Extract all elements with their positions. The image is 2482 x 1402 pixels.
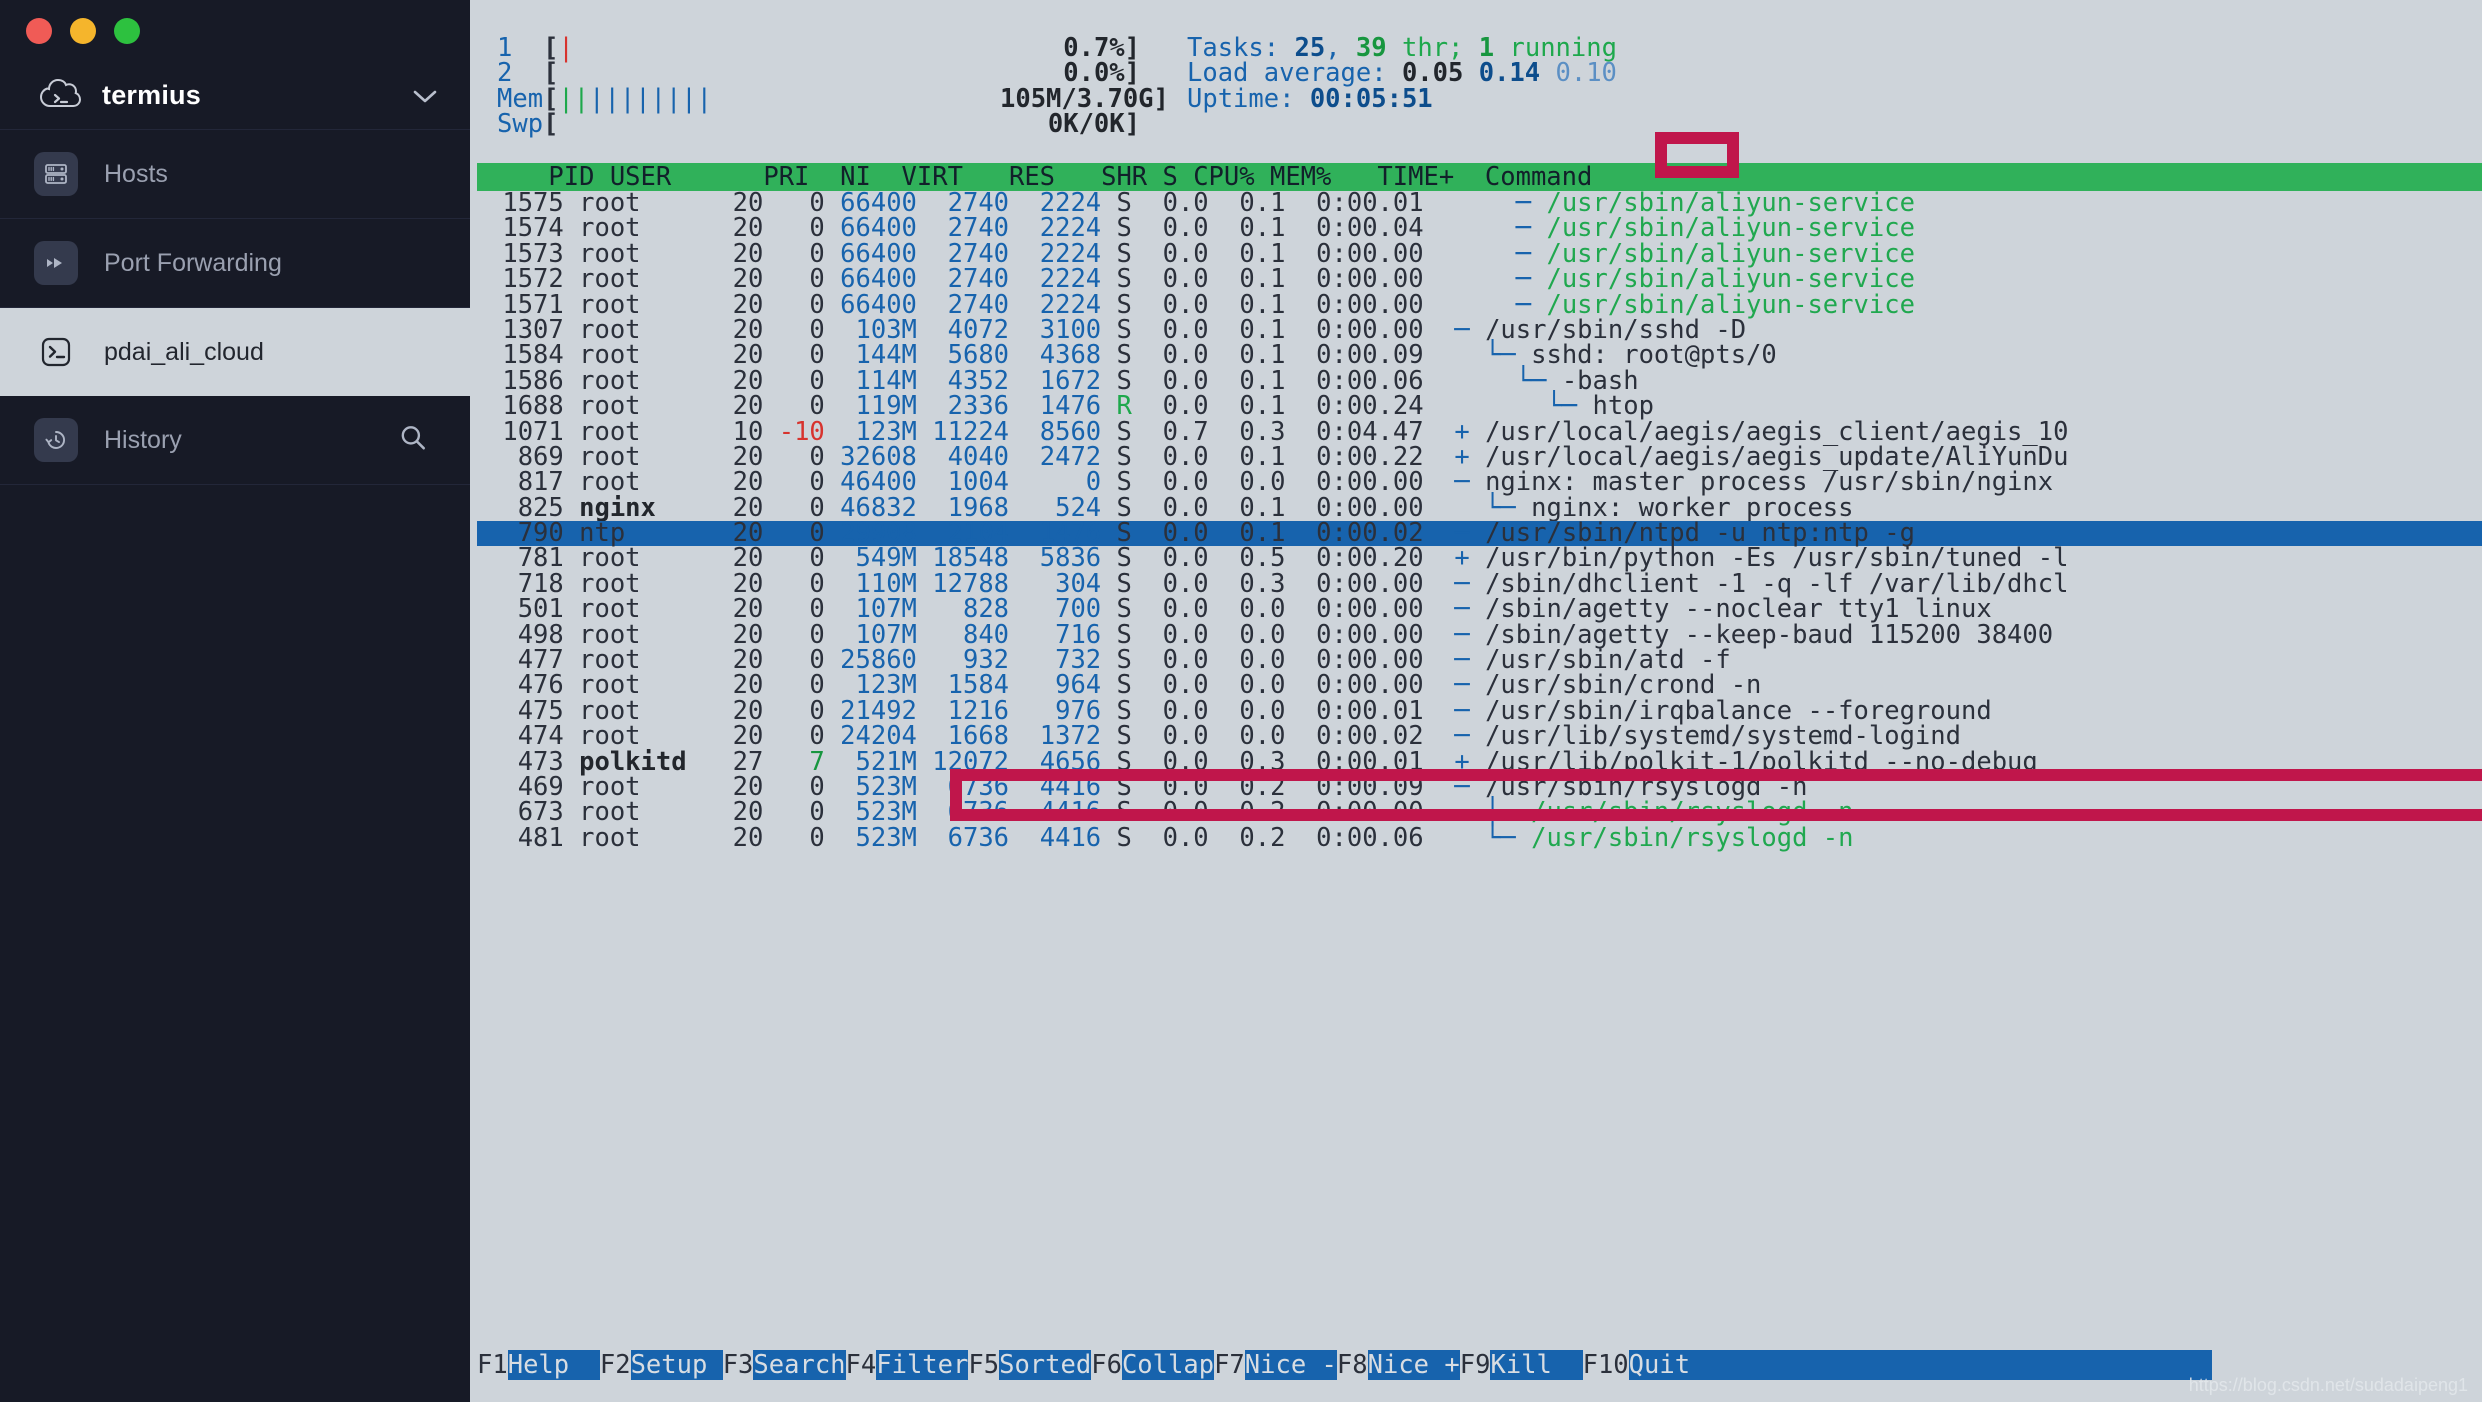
sidebar: termius Hosts [0, 0, 470, 1402]
fnkey-kill[interactable]: Kill [1490, 1350, 1582, 1380]
cell-mem: 0.2 [1224, 823, 1285, 853]
process-row[interactable]: 481 root 20 0 523M 6736 4416 S 0.0 0.2 0… [477, 826, 2482, 851]
terminal-pane[interactable]: 1 [|2 [Mem[||||||||||Swp[ 0.7%]0.0%]105M… [470, 0, 2482, 1402]
cell-res: 6736 [932, 823, 1009, 853]
uptime-line: Uptime: 00:05:51 [1187, 87, 1617, 112]
fnkey-number: F10 [1583, 1350, 1629, 1380]
fnkey-number: F5 [968, 1350, 999, 1380]
fnkey-help[interactable]: Help [508, 1350, 600, 1380]
cell-user: root [579, 823, 717, 853]
team-name: termius [102, 80, 390, 111]
team-selector[interactable]: termius [0, 62, 470, 130]
meter-values-block: 0.7%]0.0%]105M/3.70G]0K/0K] [1000, 36, 1140, 138]
server-rack-icon [34, 152, 78, 196]
chevron-down-icon[interactable] [410, 87, 440, 105]
process-table-body: 1575 root 20 0 66400 2740 2224 S 0.0 0.1… [477, 191, 2482, 851]
sidebar-item-pdai-ali-cloud[interactable]: pdai_ali_cloud [0, 308, 470, 396]
cell-shr: 4416 [1024, 823, 1101, 853]
fnkey-collap[interactable]: Collap [1122, 1350, 1214, 1380]
fnkey-nice -[interactable]: Nice - [1245, 1350, 1337, 1380]
fnkey-number: F6 [1091, 1350, 1122, 1380]
fnkey-number: F1 [477, 1350, 508, 1380]
search-icon[interactable] [398, 423, 428, 458]
cell-ni: 0 [779, 823, 825, 853]
fnkey-quit[interactable]: Quit [1629, 1350, 1690, 1380]
sidebar-item-label: pdai_ali_cloud [104, 338, 264, 367]
cell-pid: 481 [487, 823, 564, 853]
sidebar-item-hosts[interactable]: Hosts [0, 130, 470, 218]
sidebar-item-label: Port Forwarding [104, 249, 282, 278]
fnkey-number: F2 [600, 1350, 631, 1380]
fnkey-number: F9 [1460, 1350, 1491, 1380]
cloud-terminal-icon [38, 77, 82, 115]
meter-value-swp: 0K/0K] [1000, 112, 1140, 137]
maximize-button[interactable] [114, 18, 140, 44]
watermark: https://blog.csdn.net/sudadaipeng1 [2189, 1373, 2468, 1398]
sidebar-item-port-forwarding[interactable]: Port Forwarding [0, 219, 470, 307]
process-table-header[interactable]: PID USER PRI NI VIRT RES SHR S CPU% MEM%… [477, 163, 2482, 191]
fnkey-number: F8 [1337, 1350, 1368, 1380]
system-info-block: Tasks: 25, 39 thr; 1 runningLoad average… [1187, 36, 1617, 112]
fnkey-filter[interactable]: Filter [876, 1350, 968, 1380]
fnkey-sorted[interactable]: Sorted [999, 1350, 1091, 1380]
cell-state: S [1117, 823, 1132, 853]
sidebar-divider [0, 484, 470, 485]
cell-virt: 523M [840, 823, 917, 853]
cell-tree: └─ [1439, 823, 1516, 853]
fnkey-search[interactable]: Search [753, 1350, 845, 1380]
function-key-bar[interactable]: F1Help F2Setup F3SearchF4FilterF5SortedF… [477, 1348, 2212, 1382]
history-clock-icon [34, 418, 78, 462]
fnkey-number: F4 [846, 1350, 877, 1380]
fnkey-number: F7 [1214, 1350, 1245, 1380]
termius-window: termius Hosts [0, 0, 2482, 1402]
fnkey-nice +[interactable]: Nice + [1368, 1350, 1460, 1380]
terminal-prompt-icon [34, 330, 78, 374]
sidebar-item-label: History [104, 426, 182, 455]
port-forward-arrow-icon [34, 241, 78, 285]
meter-row-swp: Swp[ [497, 112, 712, 137]
window-controls [0, 0, 470, 62]
sidebar-item-history[interactable]: History [0, 396, 470, 484]
fnbar-filler [1690, 1350, 2212, 1380]
process-table: PID USER PRI NI VIRT RES SHR S CPU% MEM%… [477, 163, 2482, 851]
cell-cpu: 0.0 [1147, 823, 1208, 853]
fnkey-setup[interactable]: Setup [631, 1350, 723, 1380]
close-button[interactable] [26, 18, 52, 44]
sidebar-item-label: Hosts [104, 160, 168, 189]
meters-block: 1 [|2 [Mem[||||||||||Swp[ [497, 36, 712, 138]
cell-pri: 20 [717, 823, 763, 853]
minimize-button[interactable] [70, 18, 96, 44]
fnkey-number: F3 [723, 1350, 754, 1380]
cell-time: 0:00.06 [1301, 823, 1424, 853]
cell-command: /usr/sbin/rsyslogd -n [1531, 823, 1853, 853]
